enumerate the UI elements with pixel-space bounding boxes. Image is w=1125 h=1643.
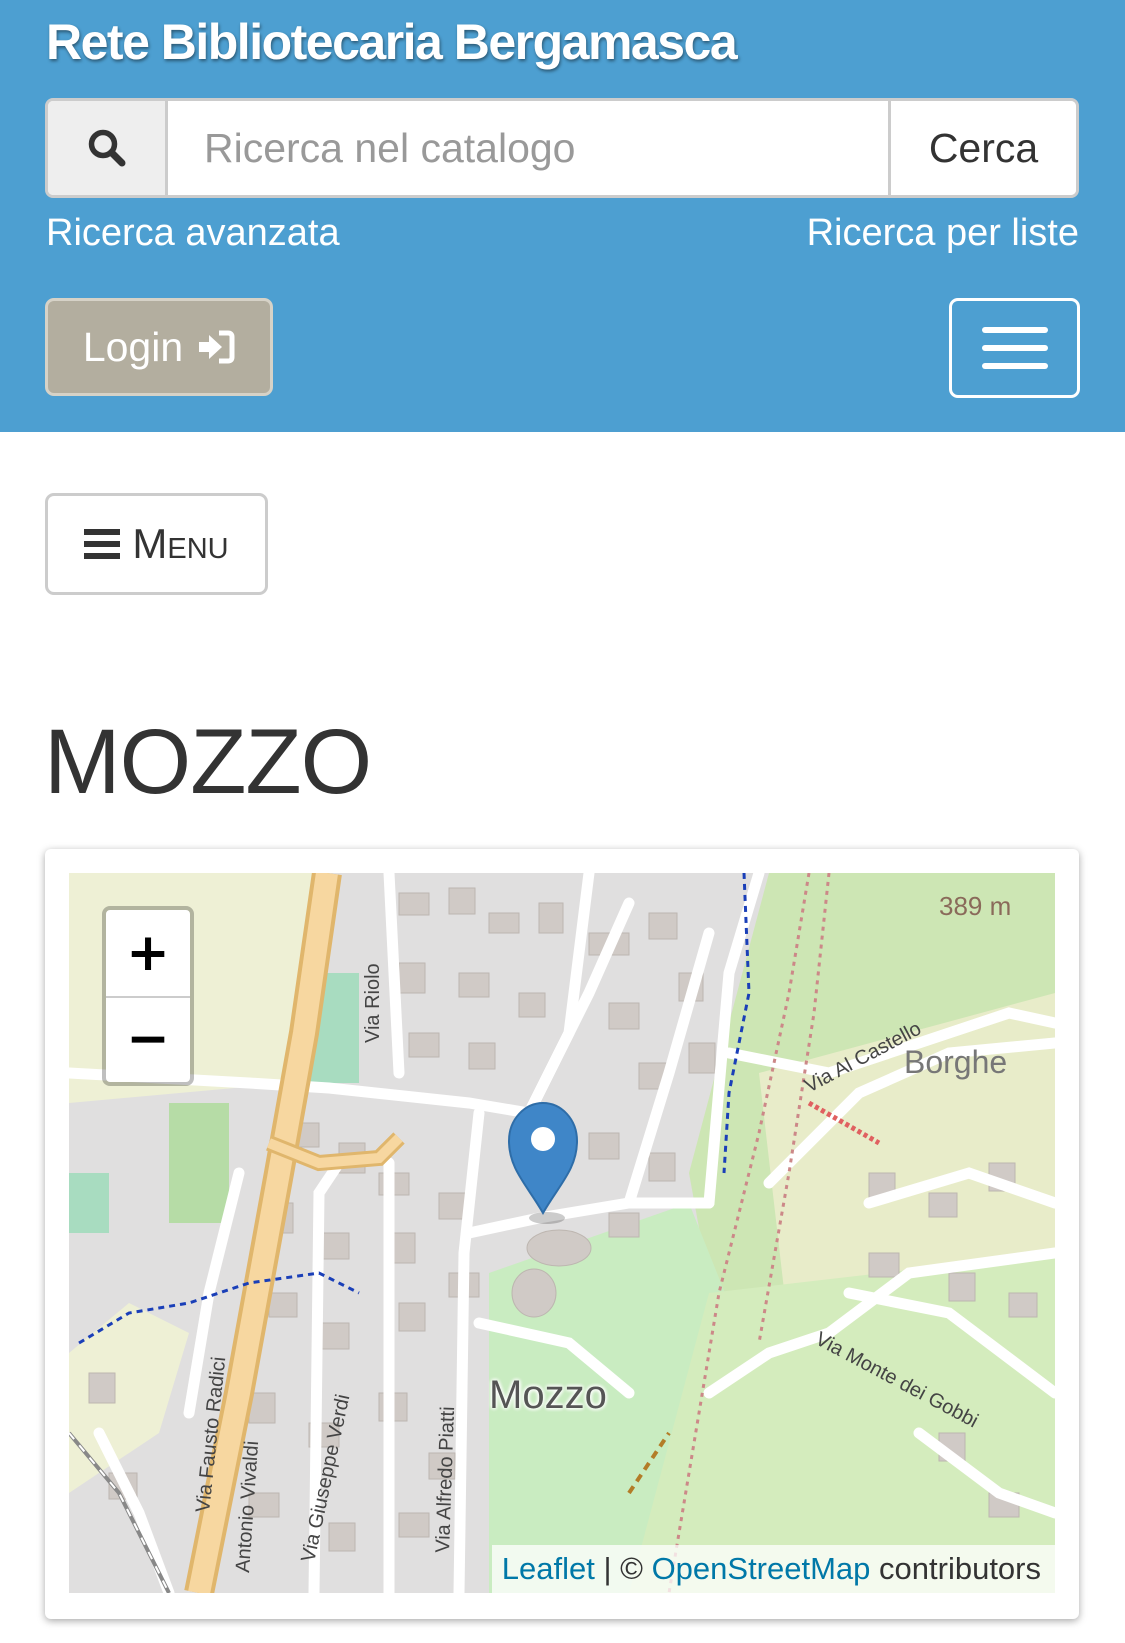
search-button[interactable]: Cerca [888,101,1076,195]
sign-in-icon [199,330,235,364]
map[interactable]: Via Riolo Via Al Castello Via Fausto Rad… [69,873,1055,1593]
bars-icon [84,529,121,559]
page-title: MOZZO [44,711,372,813]
site-header: Rete Bibliotecaria Bergamasca Cerca Rice… [0,0,1125,432]
search-icon-addon [48,101,168,195]
menu-label: Menu [132,520,229,567]
menu-button[interactable]: Menu [45,493,268,595]
search-icon [88,129,125,167]
svg-text:Borghe: Borghe [904,1044,1007,1080]
list-search-link[interactable]: Ricerca per liste [807,208,1079,258]
hamburger-icon-bar [981,345,1048,351]
attribution-suffix: contributors [870,1551,1041,1586]
zoom-control: + − [102,906,194,1086]
login-label: Login [82,323,184,370]
attribution-separator: | © [594,1551,652,1586]
map-place-label: Mozzo [489,1373,607,1417]
leaflet-link[interactable]: Leaflet [502,1551,595,1586]
search-bar: Cerca [45,98,1079,198]
search-input[interactable] [168,101,938,195]
hamburger-icon-bar [981,363,1048,369]
map-tiles: Via Riolo Via Al Castello Via Fausto Rad… [69,873,1055,1593]
advanced-search-link[interactable]: Ricerca avanzata [46,208,340,258]
site-title[interactable]: Rete Bibliotecaria Bergamasca [46,12,738,72]
zoom-in-button[interactable]: + [106,910,190,998]
map-attribution: Leaflet | © OpenStreetMap contributors [491,1545,1055,1593]
navbar-toggle-button[interactable] [949,298,1080,398]
svg-text:Via Riolo: Via Riolo [362,963,384,1043]
map-card: Via Riolo Via Al Castello Via Fausto Rad… [45,849,1079,1619]
svg-text:389 m: 389 m [939,891,1011,921]
zoom-out-button[interactable]: − [106,996,190,1082]
openstreetmap-link[interactable]: OpenStreetMap [652,1551,871,1586]
login-button[interactable]: Login [45,298,273,396]
hamburger-icon-bar [981,327,1048,333]
